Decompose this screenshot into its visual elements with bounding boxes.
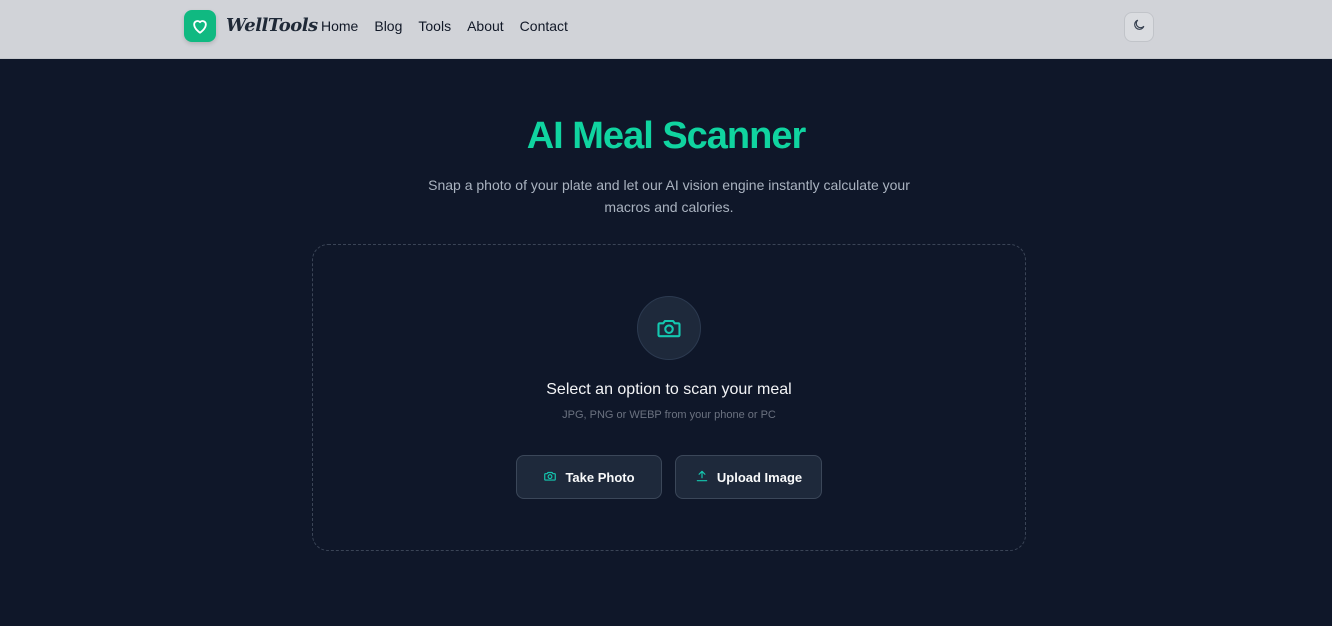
upload-icon <box>695 469 709 486</box>
take-photo-label: Take Photo <box>565 469 635 485</box>
upload-image-label: Upload Image <box>716 469 803 485</box>
take-photo-button[interactable]: Take Photo <box>516 455 662 499</box>
page-title: AI Meal Scanner <box>526 115 807 157</box>
theme-toggle-button[interactable] <box>1124 12 1154 42</box>
main-nav: Home Blog Tools About Contact <box>321 16 568 36</box>
moon-icon <box>1132 18 1146 37</box>
nav-tools[interactable]: Tools <box>418 16 451 36</box>
upload-image-button[interactable]: Upload Image <box>675 455 822 499</box>
meal-upload-dropzone[interactable]: Select an option to scan your meal JPG, … <box>312 244 1026 551</box>
camera-icon <box>637 296 701 360</box>
nav-about[interactable]: About <box>467 16 504 36</box>
logo-text[interactable]: WellTools <box>226 13 318 39</box>
nav-contact[interactable]: Contact <box>520 16 568 36</box>
page-subtitle: Snap a photo of your plate and let our A… <box>428 177 910 215</box>
nav-home[interactable]: Home <box>321 16 358 36</box>
camera-small-icon <box>543 469 557 486</box>
logo-heart-icon[interactable] <box>184 10 216 42</box>
site-header: WellTools Home Blog Tools About Contact <box>0 0 1332 59</box>
scan-formats-hint: JPG, PNG or WEBP from your phone or PC <box>562 409 776 421</box>
nav-blog[interactable]: Blog <box>374 16 402 36</box>
scan-title: Select an option to scan your meal <box>546 381 792 398</box>
